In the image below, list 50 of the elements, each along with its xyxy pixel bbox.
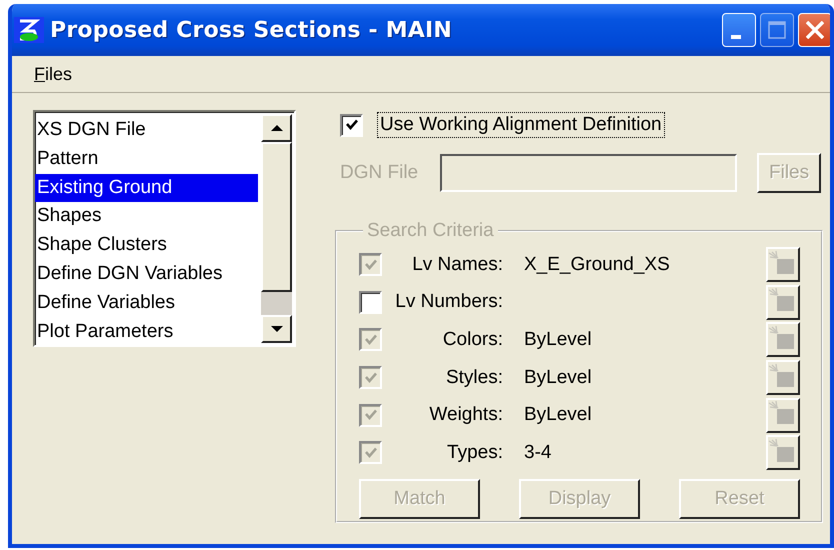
checkbox[interactable]: [340, 114, 363, 136]
pick-button[interactable]: [766, 360, 800, 396]
criteria-value: ByLevel: [524, 404, 593, 426]
list-item[interactable]: Define Variables: [35, 288, 258, 318]
criteria-value: 3-4: [524, 442, 552, 464]
group-title: Search Criteria: [366, 220, 495, 242]
checkbox-label[interactable]: Use Working Alignment Definition: [377, 112, 665, 138]
menu-item[interactable]: Files: [34, 64, 72, 84]
list-item[interactable]: Shapes: [35, 202, 258, 232]
pick-button[interactable]: [766, 284, 800, 320]
up-arrow-icon: [270, 124, 282, 132]
list-item[interactable]: Pattern: [35, 144, 258, 174]
pick-button[interactable]: [766, 247, 800, 282]
criteria-label: Types:: [446, 442, 503, 464]
close-icon: [806, 21, 824, 39]
pick-button[interactable]: [766, 398, 800, 433]
scroll-down-button[interactable]: [261, 315, 292, 343]
scroll-track: [261, 292, 292, 315]
down-arrow-icon: [270, 325, 282, 333]
pick-button[interactable]: [766, 435, 800, 470]
list-item[interactable]: Plot Parameters: [35, 318, 258, 346]
scroll-thumb[interactable]: [261, 142, 292, 292]
checkmark-icon: [364, 408, 378, 422]
close-button[interactable]: [798, 13, 830, 47]
criteria-label: Lv Numbers:: [394, 291, 503, 314]
list-item[interactable]: XS DGN File: [35, 116, 258, 145]
criteria-value: X_E_Ground_XS: [524, 254, 671, 276]
criteria-value: ByLevel: [524, 366, 593, 389]
checkmark-icon: [344, 118, 358, 132]
window-title: Proposed Cross Sections - MAIN: [50, 18, 454, 42]
criteria-label: Lv Names:: [411, 254, 503, 276]
checkmark-icon: [364, 370, 378, 385]
scrollbar[interactable]: [261, 112, 294, 345]
checkmark-icon: [364, 258, 378, 272]
pick-button[interactable]: [766, 322, 800, 358]
checkmark-icon: [364, 332, 378, 347]
minimize-icon: [731, 35, 741, 39]
maximize-icon: [768, 21, 786, 39]
criteria-label: Styles:: [444, 366, 503, 389]
scroll-up-button[interactable]: [261, 114, 292, 142]
minimize-button[interactable]: [722, 13, 756, 47]
list-item[interactable]: Shape Clusters: [35, 231, 258, 260]
criteria-label: Weights:: [428, 404, 503, 426]
checkmark-icon: [364, 446, 378, 460]
list-item[interactable]: Define DGN Variables: [35, 260, 258, 289]
list-item[interactable]: Existing Ground: [35, 174, 258, 202]
field-label: DGN File: [340, 162, 420, 184]
criteria-value: ByLevel: [524, 328, 593, 351]
criteria-label: Colors:: [442, 328, 503, 351]
app-logo-icon: [14, 17, 44, 43]
